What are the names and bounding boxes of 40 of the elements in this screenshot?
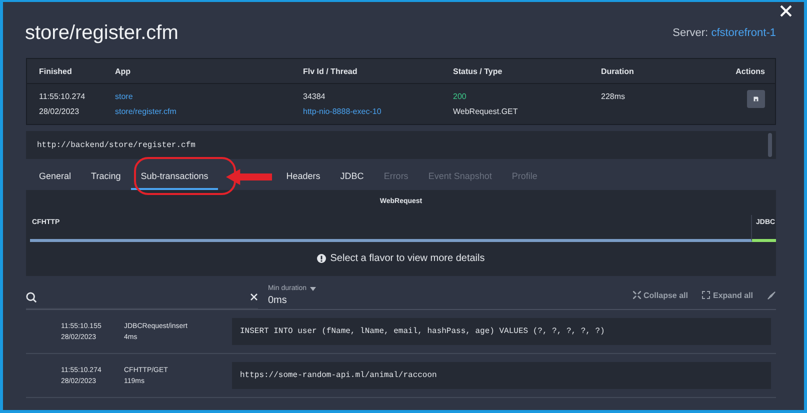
status-code: 200	[453, 92, 468, 101]
arrow-icon	[226, 168, 272, 184]
scrollbar[interactable]	[768, 133, 772, 157]
thread-link[interactable]: http-nio-8888-exec-10	[303, 107, 453, 116]
app-path-link[interactable]: store/register.cfm	[115, 107, 303, 116]
table-cell-text: 228ms	[601, 92, 626, 101]
collapse-all-button[interactable]: Collapse all	[632, 290, 688, 300]
tab[interactable]: JDBC	[330, 163, 374, 190]
table-cell-text: WebRequest.GET	[453, 107, 519, 116]
column-header: Actions	[734, 66, 765, 76]
page-title: store/register.cfm	[25, 22, 178, 44]
action-button[interactable]	[747, 90, 765, 108]
column-header: App	[115, 66, 132, 76]
column-header: Status / Type	[453, 66, 504, 76]
request-url: http://backend/store/register.cfm	[37, 140, 196, 150]
app-link[interactable]: store	[115, 92, 303, 101]
expand-all-button[interactable]: Expand all	[702, 290, 753, 300]
row-detail: INSERT INTO user (fName, lName, email, hashPass, age) VALUES (?, ?, ?, ?, ?)	[240, 327, 605, 336]
tab[interactable]: Headers	[276, 163, 330, 190]
row-detail: https://some-random-api.ml/animal/raccoon	[240, 371, 437, 380]
caret-icon	[310, 286, 316, 290]
tab[interactable]: General	[29, 163, 82, 190]
column-header: Flv Id / Thread	[303, 66, 358, 76]
save-icon	[753, 95, 759, 103]
clear-icon[interactable]	[250, 293, 258, 301]
expand-icon	[702, 291, 710, 299]
tab[interactable]: Tracing	[81, 163, 131, 190]
search-icon	[26, 292, 37, 302]
server-label: Server: cfstorefront-1	[672, 27, 776, 39]
table-cell-text: 11:55:10.274	[39, 92, 86, 101]
table-cell-text: 28/02/2023	[39, 107, 80, 116]
column-header: Finished	[39, 66, 73, 76]
hint-text: Select a flavor to view more details	[330, 253, 485, 264]
info-icon	[317, 254, 326, 263]
close-icon[interactable]	[780, 5, 792, 17]
server-link[interactable]: cfstorefront-1	[711, 27, 776, 39]
collapse-icon	[632, 291, 641, 299]
table-cell-text: 34384	[303, 92, 326, 101]
column-header: Duration	[601, 66, 635, 76]
min-duration-value[interactable]: 0ms	[268, 295, 316, 306]
